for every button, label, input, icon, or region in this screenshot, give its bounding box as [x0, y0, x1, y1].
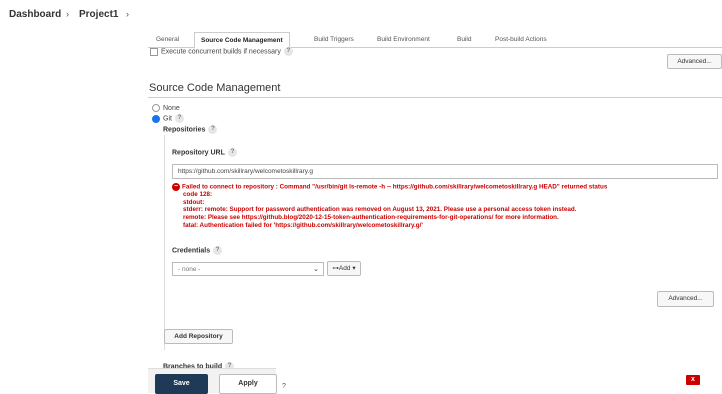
advanced-button-repository[interactable]: Advanced... [657, 291, 714, 307]
tab-general[interactable]: General [150, 32, 185, 47]
add-repository-button[interactable]: Add Repository [164, 329, 233, 344]
breadcrumb-dashboard[interactable]: Dashboard [9, 9, 61, 20]
apply-button[interactable]: Apply [219, 374, 277, 394]
section-divider [148, 97, 722, 98]
add-credentials-label: Add [338, 265, 351, 272]
scm-option-none[interactable]: None [152, 104, 180, 112]
chevron-down-icon: ⌄ [313, 266, 319, 273]
advanced-button-general[interactable]: Advanced... [667, 54, 722, 69]
help-icon[interactable]: ? [213, 246, 223, 255]
section-title: Source Code Management [149, 82, 281, 94]
repository-url-input[interactable]: https://github.com/skillrary/welcometosk… [172, 164, 718, 179]
concurrent-builds-label: Execute concurrent builds if necessary [161, 48, 281, 56]
save-button[interactable]: Save [155, 374, 208, 394]
add-credentials-button[interactable]: ⊶Add ▾ [327, 261, 361, 276]
tab-build-triggers[interactable]: Build Triggers [308, 32, 360, 47]
caret-down-icon: ▾ [352, 265, 356, 272]
error-text-4: stderr: remote: Support for password aut… [183, 206, 577, 214]
help-icon[interactable]: ? [208, 125, 218, 134]
close-icon[interactable]: x [686, 375, 700, 385]
help-icon[interactable]: ? [283, 47, 293, 56]
scm-option-git-label: Git [163, 115, 172, 123]
error-text-2: code 128: [183, 191, 213, 199]
breadcrumb-project1[interactable]: Project1 [79, 9, 118, 20]
repositories-label-text: Repositories [163, 126, 206, 134]
error-text-3: stdout: [183, 198, 205, 206]
radio-git[interactable] [152, 114, 160, 123]
breadcrumb-dropdown-icon[interactable]: › [126, 9, 129, 19]
help-icon[interactable]: ? [227, 148, 237, 157]
repository-url-label: Repository URL? [172, 148, 237, 157]
help-icon[interactable]: ? [282, 383, 286, 390]
credentials-label-text: Credentials [172, 247, 211, 255]
breadcrumb-separator-icon: › [66, 9, 69, 19]
concurrent-builds-option[interactable]: Execute concurrent builds if necessary? [150, 47, 293, 56]
radio-none[interactable] [152, 104, 160, 112]
concurrent-builds-checkbox[interactable] [150, 47, 158, 56]
error-text-1: Failed to connect to repository : Comman… [182, 183, 608, 191]
credentials-select[interactable]: - none - ⌄ [172, 262, 324, 276]
scm-option-git[interactable]: Git? [152, 114, 184, 123]
tab-build-environment[interactable]: Build Environment [371, 32, 436, 47]
repository-url-label-text: Repository URL [172, 149, 225, 157]
repositories-label: Repositories? [163, 125, 218, 134]
credentials-label: Credentials? [172, 246, 223, 255]
tab-post-build-actions[interactable]: Post-build Actions [489, 32, 553, 47]
repository-error-message: − Failed to connect to repository : Comma… [172, 183, 722, 229]
error-text-6: fatal: Authentication failed for 'https:… [183, 221, 423, 229]
credentials-selected-value: - none - [178, 266, 201, 273]
error-text-5: remote: Please see https://github.blog/2… [183, 214, 559, 222]
tab-build[interactable]: Build [451, 32, 477, 47]
error-line: − Failed to connect to repository : Comma… [172, 183, 722, 191]
error-icon: − [172, 183, 180, 191]
scm-option-none-label: None [163, 104, 180, 112]
help-icon[interactable]: ? [174, 114, 184, 123]
